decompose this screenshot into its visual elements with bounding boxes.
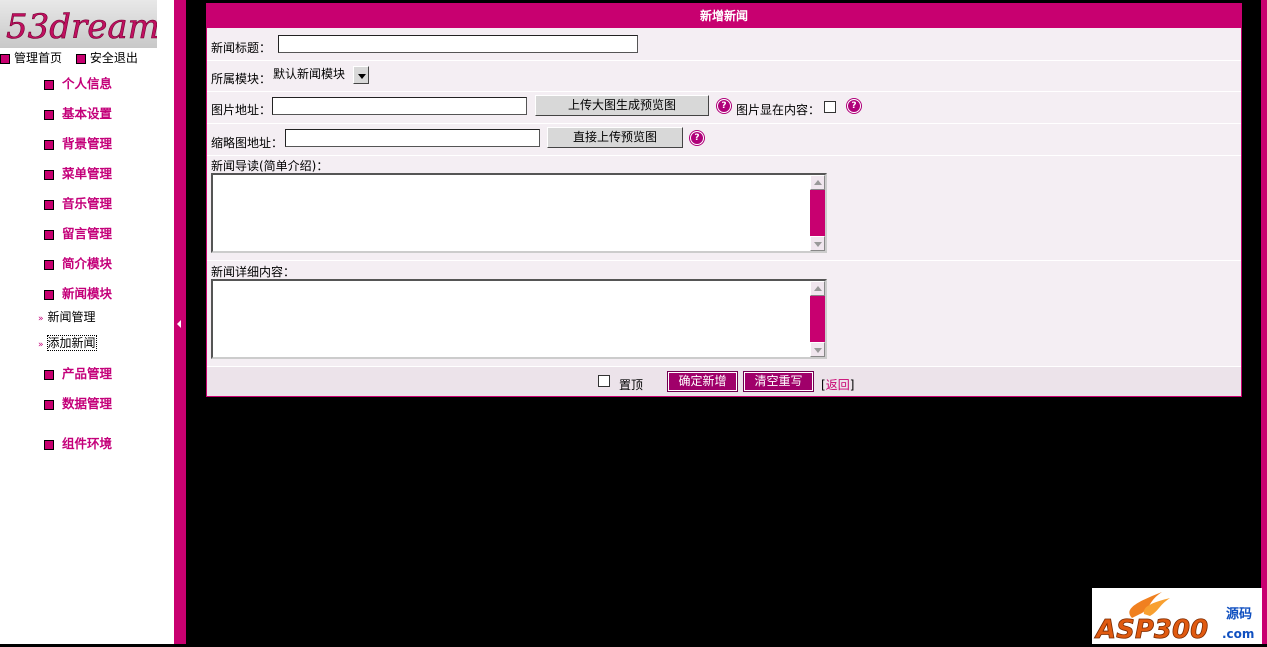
menu-item-guestbook[interactable]: 留言管理 <box>44 223 113 241</box>
bullet-icon <box>44 259 54 270</box>
bullet-icon <box>44 439 54 450</box>
menu-item-label: 简介模块 <box>62 256 113 271</box>
upload-thumbnail-button[interactable]: 直接上传预览图 <box>547 127 683 148</box>
pin-checkbox[interactable] <box>598 375 610 387</box>
module-row: 所属模块： 默认新闻模块 <box>207 61 1241 92</box>
submit-button[interactable]: 确定新增 <box>667 371 738 392</box>
bullet-icon <box>44 139 54 150</box>
logo: 53dream <box>0 0 157 48</box>
bullet-icon <box>44 109 54 120</box>
menu-item-music[interactable]: 音乐管理 <box>44 193 113 211</box>
help-icon[interactable]: ? <box>690 131 704 145</box>
scroll-down-icon[interactable] <box>810 236 825 251</box>
thumbnail-row: 缩略图地址： 直接上传预览图 ? <box>207 124 1241 156</box>
news-title-input[interactable] <box>278 35 638 53</box>
thumbnail-url-input[interactable] <box>285 129 540 147</box>
show-in-content-label: 图片显在内容： <box>736 103 821 117</box>
submenu-item-add-news[interactable]: » 添加新闻 <box>38 334 97 351</box>
menu-item-label: 数据管理 <box>62 396 113 411</box>
watermark-logo: ASP300 源码 .com <box>1092 588 1262 645</box>
menu-item-intro[interactable]: 简介模块 <box>44 253 113 271</box>
menu-item-label: 个人信息 <box>62 76 113 91</box>
logout-link[interactable]: 安全退出 <box>90 51 138 65</box>
right-border <box>1261 0 1267 644</box>
arrow-icon: » <box>38 340 44 350</box>
sidebar-toggle[interactable] <box>174 0 186 644</box>
scroll-up-icon[interactable] <box>810 175 825 190</box>
svg-text:ASP300: ASP300 <box>1094 615 1208 644</box>
module-label: 所属模块： <box>211 72 272 86</box>
bullet-icon <box>44 79 54 90</box>
bullet-icon <box>44 289 54 300</box>
bullet-icon <box>75 53 86 64</box>
reset-button[interactable]: 清空重写 <box>743 371 814 392</box>
bullet-icon <box>44 199 54 210</box>
bullet-icon <box>0 53 10 64</box>
svg-text:.com: .com <box>1222 627 1254 641</box>
back-link[interactable]: 返回 <box>826 378 850 392</box>
menu-item-label: 基本设置 <box>62 106 113 121</box>
top-links: 管理首页 安全退出 <box>0 49 148 65</box>
intro-scrollbar[interactable] <box>810 175 825 251</box>
help-icon[interactable]: ? <box>847 99 861 113</box>
scroll-down-icon[interactable] <box>810 342 825 357</box>
bullet-icon <box>44 169 54 180</box>
news-title-label: 新闻标题： <box>211 41 272 55</box>
menu-item-label: 背景管理 <box>62 136 113 151</box>
scroll-up-icon[interactable] <box>810 281 825 296</box>
back-bracket-close: ] <box>849 378 855 392</box>
intro-label: 新闻导读(简单介绍)： <box>211 159 329 173</box>
form-title: 新增新闻 <box>207 4 1241 28</box>
image-label: 图片地址： <box>211 103 272 117</box>
detail-textarea[interactable] <box>211 279 827 359</box>
menu-item-label: 菜单管理 <box>62 166 113 181</box>
detail-scrollbar[interactable] <box>810 281 825 357</box>
image-row: 图片地址： 上传大图生成预览图 ? 图片显在内容： ? <box>207 92 1241 124</box>
menu-item-products[interactable]: 产品管理 <box>44 363 113 381</box>
menu-item-label: 组件环境 <box>62 436 113 451</box>
menu-item-label: 新闻模块 <box>62 286 113 301</box>
menu-item-menus[interactable]: 菜单管理 <box>44 163 113 181</box>
menu-item-components[interactable]: 组件环境 <box>44 433 113 451</box>
title-row: 新闻标题： <box>207 28 1241 61</box>
show-in-content-checkbox[interactable] <box>824 101 836 113</box>
detail-row: 新闻详细内容： <box>207 261 1241 367</box>
detail-label: 新闻详细内容： <box>211 265 296 279</box>
menu-item-profile[interactable]: 个人信息 <box>44 73 113 91</box>
svg-text:53dream: 53dream <box>6 7 157 47</box>
image-url-input[interactable] <box>272 97 527 115</box>
bullet-icon <box>44 399 54 410</box>
svg-text:源码: 源码 <box>1226 606 1252 622</box>
arrow-icon: » <box>38 314 44 324</box>
module-dropdown-icon[interactable] <box>353 66 369 84</box>
thumbnail-label: 缩略图地址： <box>211 136 284 150</box>
sidebar: 53dream 管理首页 安全退出 个人信息 基本设置 背景管理 菜单管理 音乐… <box>0 0 174 644</box>
intro-textarea[interactable] <box>211 173 827 253</box>
upload-large-image-button[interactable]: 上传大图生成预览图 <box>535 95 709 116</box>
menu-item-label: 产品管理 <box>62 366 113 381</box>
submenu-item-news-manage[interactable]: » 新闻管理 <box>38 308 96 324</box>
menu-item-label: 留言管理 <box>62 226 113 241</box>
submenu-item-label: 新闻管理 <box>47 310 96 324</box>
bullet-icon <box>44 369 54 380</box>
actions-row: 置顶 确定新增 清空重写 [返回] <box>207 367 1241 396</box>
menu-item-basic-settings[interactable]: 基本设置 <box>44 103 113 121</box>
back-link-wrapper: [返回] <box>821 376 854 393</box>
bullet-icon <box>44 229 54 240</box>
menu-item-news[interactable]: 新闻模块 <box>44 283 113 301</box>
module-select-value: 默认新闻模块 <box>273 67 346 81</box>
intro-row: 新闻导读(简单介绍)： <box>207 156 1241 261</box>
pin-label: 置顶 <box>619 378 644 392</box>
collapse-arrow-icon <box>177 320 181 328</box>
help-icon[interactable]: ? <box>717 99 731 113</box>
admin-home-link[interactable]: 管理首页 <box>14 51 62 65</box>
menu-item-data[interactable]: 数据管理 <box>44 393 113 411</box>
menu-item-label: 音乐管理 <box>62 196 113 211</box>
menu-item-background[interactable]: 背景管理 <box>44 133 113 151</box>
add-news-form: 新增新闻 新闻标题： 所属模块： 默认新闻模块 图片地址： 上传大图生成预览图 … <box>206 3 1242 397</box>
submenu-item-label: 添加新闻 <box>46 335 97 351</box>
